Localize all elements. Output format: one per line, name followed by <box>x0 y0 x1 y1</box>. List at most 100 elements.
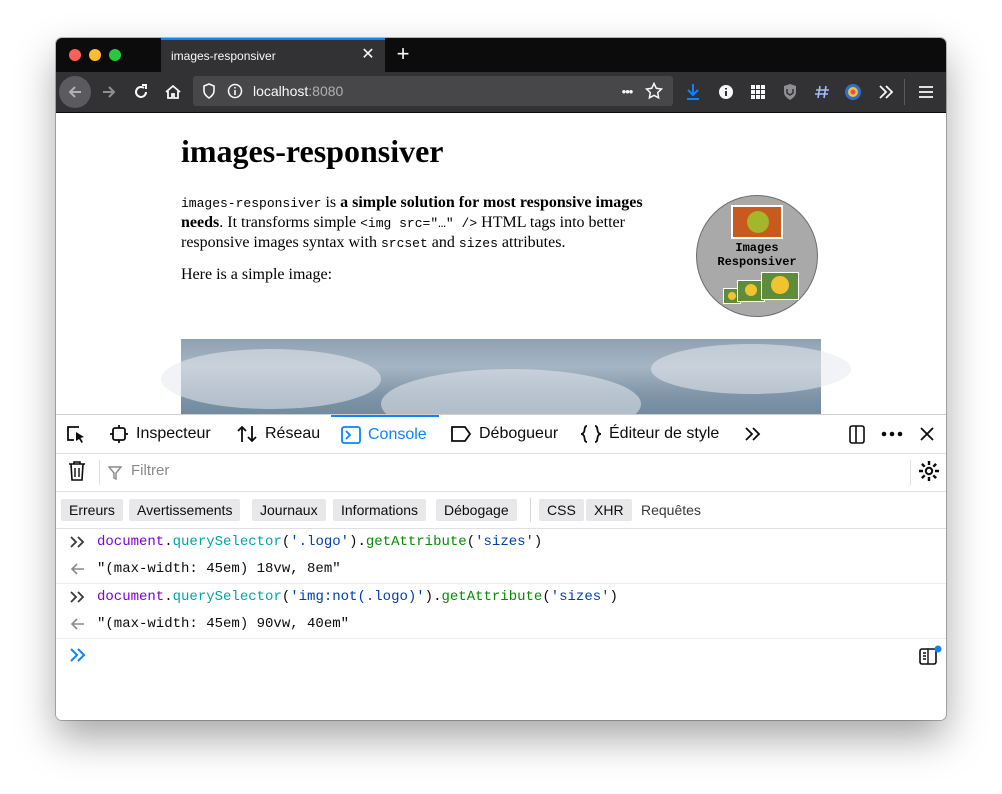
tab-title: images-responsiver <box>171 49 276 63</box>
shield-icon[interactable] <box>199 81 219 101</box>
devtools-more-icon[interactable] <box>880 423 904 445</box>
browser-tab[interactable]: images-responsiver ✕ <box>161 38 385 72</box>
settings-separator <box>910 460 911 485</box>
intro-is: is <box>321 194 341 211</box>
color-extension-icon[interactable] <box>842 81 864 103</box>
tab-inspector[interactable]: Inspecteur <box>109 415 211 453</box>
console-result[interactable]: "(max-width: 45em) 18vw, 8em" <box>97 561 341 577</box>
intro-code: images-responsiver <box>181 196 322 211</box>
reload-button[interactable] <box>125 76 157 108</box>
home-button[interactable] <box>157 76 189 108</box>
devtools-close-icon[interactable] <box>915 423 939 445</box>
console-result-row: "(max-width: 45em) 90vw, 40em" <box>56 611 946 639</box>
maximize-window-button[interactable] <box>109 49 121 61</box>
chip-logs[interactable]: Journaux <box>252 499 326 521</box>
gear-icon[interactable] <box>917 460 941 482</box>
tab-style-editor[interactable]: Éditeur de style <box>580 415 719 453</box>
console-prompt[interactable] <box>56 639 946 671</box>
console-command[interactable]: document.querySelector('.logo').getAttri… <box>97 534 542 550</box>
filter-funnel-icon <box>107 462 123 484</box>
chips-separator <box>530 498 531 522</box>
tab-network-label: Réseau <box>265 425 321 442</box>
web-page: images-responsiver images-responsiver is… <box>56 113 946 414</box>
devtools-panel: Inspecteur Réseau Console Débogueur Édit… <box>56 414 946 720</box>
result-arrow-icon <box>69 615 87 633</box>
bookmark-star-icon[interactable] <box>644 81 664 101</box>
chip-errors[interactable]: Erreurs <box>61 499 123 521</box>
reload-icon <box>135 84 147 98</box>
cmd-object: document <box>97 589 165 605</box>
browser-window: images-responsiver ✕ + localhost:8080 ••… <box>56 38 946 720</box>
input-chevron-icon <box>69 588 87 606</box>
debugger-icon <box>450 425 472 443</box>
back-button[interactable] <box>59 76 91 108</box>
console-command[interactable]: document.querySelector('img:not(.logo)')… <box>97 589 618 605</box>
cmd-argument2: 'sizes' <box>550 589 610 605</box>
url-host: localhost <box>253 83 309 99</box>
ublock-shield-icon[interactable] <box>779 81 801 103</box>
element-picker-icon[interactable] <box>64 423 88 445</box>
console-input-row: document.querySelector('.logo').getAttri… <box>56 529 946 556</box>
intro-mid: . It transforms simple <box>219 214 361 231</box>
grid-extension-icon[interactable] <box>747 81 769 103</box>
new-tab-button[interactable]: + <box>392 42 414 66</box>
forward-button[interactable] <box>93 76 125 108</box>
trash-icon[interactable] <box>65 460 89 482</box>
result-arrow-icon <box>69 560 87 578</box>
info-icon[interactable] <box>225 81 245 101</box>
devtools-tabbar: Inspecteur Réseau Console Débogueur Édit… <box>56 415 946 454</box>
tab-network[interactable]: Réseau <box>236 415 320 453</box>
chip-css[interactable]: CSS <box>539 499 584 521</box>
cmd-argument: '.logo' <box>290 534 350 550</box>
chip-info[interactable]: Informations <box>333 499 427 521</box>
tab-debugger[interactable]: Débogueur <box>450 415 558 453</box>
extension-info-icon[interactable] <box>715 81 737 103</box>
url-text: localhost:8080 <box>253 83 343 99</box>
sky-image <box>161 339 851 414</box>
tab-console-label: Console <box>368 426 427 443</box>
hamburger-menu-icon[interactable] <box>915 81 937 103</box>
toolbar-separator <box>904 79 905 105</box>
url-port: :8080 <box>308 83 344 99</box>
filter-input[interactable]: Filtrer <box>131 462 169 479</box>
navigation-bar: localhost:8080 ••• <box>56 72 946 113</box>
intro-srcset: srcset <box>380 236 428 251</box>
chip-xhr[interactable]: XHR <box>586 499 632 521</box>
chip-warnings[interactable]: Avertissements <box>129 499 241 521</box>
close-window-button[interactable] <box>69 49 81 61</box>
forward-arrow-icon <box>103 86 116 98</box>
tab-close-icon[interactable]: ✕ <box>359 46 377 64</box>
dock-toggle-icon[interactable] <box>845 423 869 445</box>
minimize-window-button[interactable] <box>89 49 101 61</box>
console-result[interactable]: "(max-width: 45em) 90vw, 40em" <box>97 616 349 632</box>
download-icon[interactable] <box>682 81 704 103</box>
chip-requests[interactable]: Requêtes <box>633 499 709 521</box>
url-bar[interactable]: localhost:8080 ••• <box>193 76 673 106</box>
overflow-chevron-icon[interactable] <box>875 81 897 103</box>
images-responsiver-logo: Images Responsiver <box>696 195 818 317</box>
tab-inspector-label: Inspecteur <box>136 425 211 442</box>
page-actions-icon[interactable]: ••• <box>617 81 637 101</box>
cmd-function: querySelector <box>172 589 282 605</box>
chip-debug[interactable]: Débogage <box>436 499 517 521</box>
cmd-argument2: 'sizes' <box>475 534 534 550</box>
hash-extension-icon[interactable] <box>811 81 833 103</box>
tab-style-editor-label: Éditeur de style <box>609 425 720 442</box>
more-tabs-chevron-icon[interactable] <box>741 423 765 445</box>
network-arrows-icon <box>236 424 258 444</box>
cmd-argument: 'img:not(.logo)' <box>290 589 425 605</box>
logo-text: Images Responsiver <box>697 241 817 269</box>
simple-image-label: Here is a simple image: <box>181 266 333 283</box>
logo-line2: Responsiver <box>717 255 797 269</box>
tab-console[interactable]: Console <box>331 415 439 453</box>
editor-mode-icon[interactable] <box>918 645 942 672</box>
filter-separator <box>99 460 100 485</box>
tab-bar: images-responsiver ✕ + <box>56 38 946 72</box>
back-arrow-icon <box>68 86 81 98</box>
logo-frame-icon <box>731 205 783 239</box>
intro-img-code: <img src="…" /> <box>360 216 478 231</box>
log-level-chips: Erreurs Avertissements Journaux Informat… <box>56 492 946 529</box>
console-result-row: "(max-width: 45em) 18vw, 8em" <box>56 556 946 584</box>
intro-end: attributes. <box>497 234 566 251</box>
cmd-method: getAttribute <box>365 534 467 550</box>
